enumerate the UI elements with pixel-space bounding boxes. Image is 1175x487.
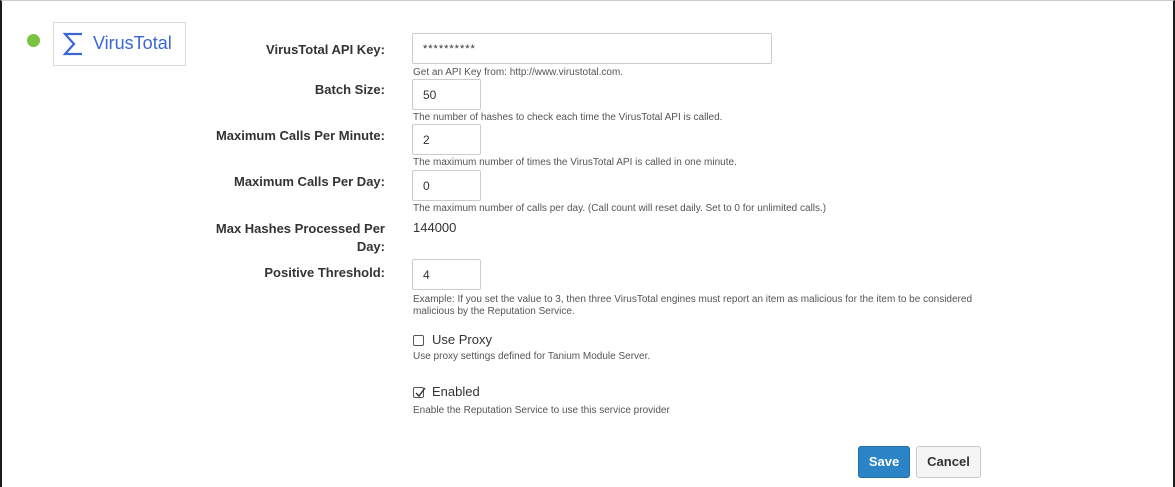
- batch-size-input[interactable]: [412, 79, 481, 110]
- max-calls-minute-input[interactable]: [412, 124, 481, 155]
- enabled-checkbox[interactable]: [413, 386, 426, 398]
- use-proxy-checkbox[interactable]: [413, 334, 424, 346]
- max-calls-minute-label: Maximum Calls Per Minute:: [215, 128, 385, 143]
- api-key-label: VirusTotal API Key:: [266, 42, 385, 57]
- batch-size-label: Batch Size:: [314, 82, 385, 97]
- enabled-help: Enable the Reputation Service to use thi…: [413, 405, 670, 416]
- provider-logo: VirusTotal: [53, 22, 186, 66]
- batch-size-help: The number of hashes to check each time …: [413, 112, 723, 123]
- max-calls-day-input[interactable]: [412, 170, 481, 201]
- max-hashes-value: 144000: [413, 220, 457, 235]
- provider-name: VirusTotal: [93, 33, 172, 53]
- max-calls-day-help: The maximum number of calls per day. (Ca…: [413, 203, 827, 214]
- use-proxy-row[interactable]: Use Proxy: [413, 332, 492, 348]
- sigma-icon: [62, 32, 82, 56]
- provider-config-panel: VirusTotal VirusTotal API Key: Get an AP…: [0, 0, 1175, 487]
- use-proxy-label[interactable]: Use Proxy: [432, 332, 492, 348]
- use-proxy-help: Use proxy settings defined for Tanium Mo…: [413, 351, 651, 362]
- positive-threshold-label: Positive Threshold:: [264, 265, 385, 280]
- enabled-row[interactable]: Enabled: [413, 384, 480, 400]
- checkmark-icon: [415, 387, 426, 397]
- api-key-input[interactable]: [412, 33, 772, 64]
- save-button[interactable]: Save: [858, 446, 910, 478]
- cancel-button[interactable]: Cancel: [916, 446, 981, 478]
- status-indicator: [27, 34, 40, 47]
- positive-threshold-input[interactable]: [412, 259, 481, 290]
- max-hashes-label: Max Hashes Processed Per Day:: [215, 221, 385, 254]
- max-calls-day-label: Maximum Calls Per Day:: [233, 174, 385, 189]
- enabled-label[interactable]: Enabled: [432, 384, 480, 400]
- max-calls-minute-help: The maximum number of times the VirusTot…: [413, 157, 737, 168]
- positive-threshold-help: Example: If you set the value to 3, then…: [413, 294, 972, 317]
- api-key-help: Get an API Key from: http://www.virustot…: [413, 67, 624, 78]
